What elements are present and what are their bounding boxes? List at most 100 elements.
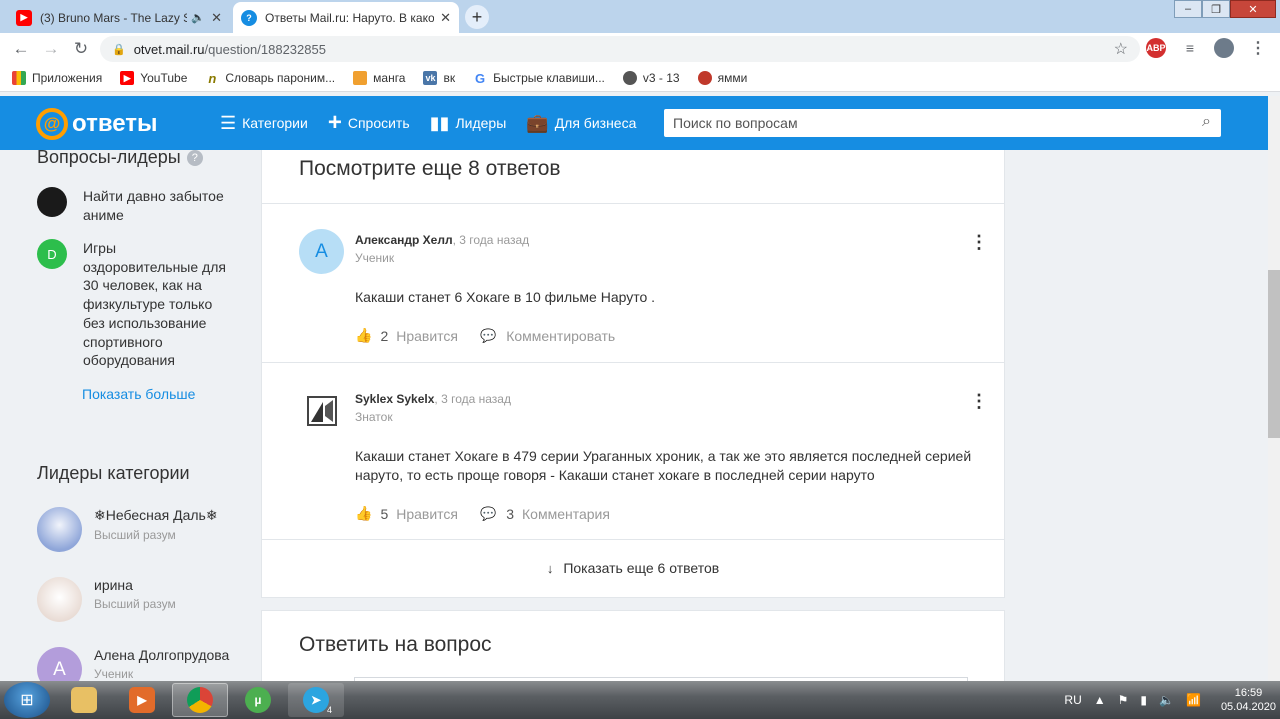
restore-icon[interactable]: ❐ bbox=[1202, 0, 1230, 18]
notification-badge: 4 bbox=[326, 705, 332, 715]
tab-otvet[interactable]: ? Ответы Mail.ru: Наруто. В какой ✕ bbox=[233, 2, 459, 33]
question-avatar bbox=[37, 187, 67, 217]
bookmark-vk[interactable]: vk вк bbox=[423, 71, 455, 85]
leader-name[interactable]: Алена Долгопрудова bbox=[94, 647, 229, 663]
leader-rank: Ученик bbox=[94, 667, 134, 681]
show-hidden-icon[interactable]: ▲ bbox=[1094, 693, 1106, 707]
bookmark-v3[interactable]: v3 - 13 bbox=[622, 71, 680, 85]
speaker-icon[interactable]: 🔈 bbox=[191, 11, 205, 24]
bookmark-yammi[interactable]: ямми bbox=[697, 71, 747, 85]
taskbar-utorrent[interactable]: µ bbox=[230, 683, 286, 717]
show-more-answers-button[interactable]: ↓ Показать еще 6 ответов bbox=[262, 539, 1004, 596]
avatar[interactable]: A bbox=[299, 229, 344, 274]
tab-title: (3) Bruno Mars - The Lazy Sc bbox=[40, 10, 188, 25]
show-more-link[interactable]: Показать больше bbox=[82, 386, 195, 402]
menu-kebab-icon[interactable]: ⋮ bbox=[1248, 38, 1268, 58]
comment-button[interactable]: 💬 Комментировать bbox=[480, 328, 615, 344]
answer-actions: 👍 5 Нравится 💬 3 Комментария bbox=[355, 505, 632, 522]
nav-ask[interactable]: + Спросить bbox=[328, 109, 410, 137]
bookmarks-bar: Приложения ▶ YouTube n Словарь пароним..… bbox=[0, 65, 1280, 92]
scrollbar-thumb[interactable] bbox=[1268, 270, 1280, 438]
forward-icon[interactable]: → bbox=[36, 39, 66, 59]
reload-icon[interactable]: ↻ bbox=[66, 39, 96, 59]
syklex-logo-icon bbox=[306, 395, 337, 426]
signal-icon[interactable]: 📶 bbox=[1186, 693, 1201, 707]
clock[interactable]: 16:59 05.04.2020 bbox=[1221, 686, 1276, 714]
comment-label: Комментария bbox=[522, 505, 610, 522]
reply-title: Ответить на вопрос bbox=[299, 633, 492, 656]
nav-leaders[interactable]: ▮▮ Лидеры bbox=[430, 113, 507, 134]
network-flag-icon[interactable]: ⚑ bbox=[1118, 693, 1129, 707]
more-options-icon[interactable]: ⋮ bbox=[970, 392, 988, 410]
answer-item: Syklex Sykelx, 3 года назад Знаток ⋮ Как… bbox=[262, 362, 1004, 539]
leader-name[interactable]: ирина bbox=[94, 577, 176, 593]
volume-icon[interactable]: 🔈 bbox=[1159, 693, 1174, 707]
language-indicator[interactable]: RU bbox=[1064, 693, 1081, 707]
tab-youtube[interactable]: ▶ (3) Bruno Mars - The Lazy Sc 🔈 ✕ bbox=[8, 2, 230, 33]
taskbar-media-player[interactable]: ▶ bbox=[114, 683, 170, 717]
minimize-icon[interactable]: – bbox=[1174, 0, 1202, 18]
youtube-icon: ▶ bbox=[16, 9, 32, 26]
question-text[interactable]: Игры оздоровительные для 30 человек, как… bbox=[83, 239, 233, 370]
apps-grid-icon bbox=[12, 71, 26, 85]
top-question-item[interactable]: Найти давно забытое аниме bbox=[37, 187, 233, 224]
answer-author[interactable]: Александр Хелл, 3 года назад bbox=[355, 233, 529, 247]
comment-button[interactable]: 💬 3 Комментария bbox=[480, 506, 610, 522]
comment-icon: 💬 bbox=[480, 327, 497, 343]
answer-author[interactable]: Syklex Sykelx, 3 года назад bbox=[355, 392, 511, 406]
taskbar-telegram[interactable]: ➤ 4 bbox=[288, 683, 344, 717]
taskbar-explorer[interactable] bbox=[56, 683, 112, 717]
bookmark-youtube[interactable]: ▶ YouTube bbox=[120, 71, 187, 85]
back-icon[interactable]: ← bbox=[6, 39, 36, 59]
comment-count: 3 bbox=[506, 505, 514, 522]
nav-label: Лидеры bbox=[455, 115, 507, 131]
bookmark-label: вк bbox=[443, 71, 456, 85]
avatar[interactable] bbox=[299, 388, 344, 433]
google-icon: G bbox=[475, 70, 486, 86]
profile-avatar[interactable] bbox=[1214, 38, 1234, 58]
close-icon[interactable]: ✕ bbox=[440, 10, 451, 26]
heading-text: Лидеры категории bbox=[37, 463, 190, 483]
author-name[interactable]: Александр Хелл bbox=[355, 233, 453, 247]
folder-icon bbox=[71, 687, 97, 713]
avatar[interactable] bbox=[37, 507, 82, 552]
leader-item[interactable]: ирина Высший разум bbox=[37, 577, 176, 622]
answer-text: Какаши станет Хокаге в 479 серии Ураганн… bbox=[355, 448, 972, 483]
close-icon[interactable]: ✕ bbox=[211, 10, 222, 26]
battery-icon[interactable]: ▮ bbox=[1140, 693, 1147, 707]
like-button[interactable]: 👍 2 Нравится bbox=[355, 327, 458, 344]
site-logo[interactable]: @ ответы bbox=[36, 108, 158, 140]
leader-item[interactable]: ❄Небесная Даль❄ Высший разум bbox=[37, 507, 218, 552]
nav-business[interactable]: 💼 Для бизнеса bbox=[526, 113, 636, 134]
bookmark-apps[interactable]: Приложения bbox=[12, 71, 102, 85]
leader-name[interactable]: ❄Небесная Даль❄ bbox=[94, 507, 218, 524]
header-nav: ☰ Категории + Спросить ▮▮ Лидеры 💼 Для б… bbox=[220, 96, 636, 150]
heading-text: Вопросы-лидеры bbox=[37, 147, 181, 167]
like-button[interactable]: 👍 5 Нравится bbox=[355, 505, 458, 522]
bookmark-dictionary[interactable]: n Словарь пароним... bbox=[205, 71, 335, 86]
author-name[interactable]: Syklex Sykelx bbox=[355, 392, 434, 406]
globe-icon bbox=[622, 71, 637, 85]
top-question-item[interactable]: D Игры оздоровительные для 30 человек, к… bbox=[37, 239, 233, 370]
windows-start-button[interactable]: ⊞ bbox=[4, 682, 50, 718]
taskbar-chrome[interactable] bbox=[172, 683, 228, 717]
nav-categories[interactable]: ☰ Категории bbox=[220, 113, 308, 134]
media-queue-icon[interactable]: ≡ bbox=[1180, 38, 1200, 58]
bookmark-shortcuts[interactable]: G Быстрые клавиши... bbox=[473, 70, 605, 86]
search-input[interactable] bbox=[673, 115, 1173, 131]
bookmark-manga[interactable]: манга bbox=[353, 71, 405, 85]
more-options-icon[interactable]: ⋮ bbox=[970, 233, 988, 251]
utorrent-icon: µ bbox=[245, 687, 271, 713]
adblock-icon[interactable]: ABP bbox=[1146, 38, 1166, 58]
help-icon[interactable]: ? bbox=[186, 149, 203, 166]
bookmark-star-icon[interactable]: ☆ bbox=[1114, 39, 1128, 59]
youtube-icon: ▶ bbox=[120, 71, 135, 85]
search-icon[interactable]: ⌕ bbox=[1202, 113, 1211, 131]
address-bar[interactable]: 🔒 otvet.mail.ru/question/188232855 ☆ bbox=[100, 36, 1140, 62]
question-text[interactable]: Найти давно забытое аниме bbox=[83, 187, 233, 224]
avatar[interactable] bbox=[37, 577, 82, 622]
window-close-icon[interactable]: ✕ bbox=[1230, 0, 1276, 18]
new-tab-button[interactable]: + bbox=[465, 5, 489, 29]
nav-label: Спросить bbox=[347, 115, 410, 131]
plus-icon: + bbox=[327, 109, 342, 136]
